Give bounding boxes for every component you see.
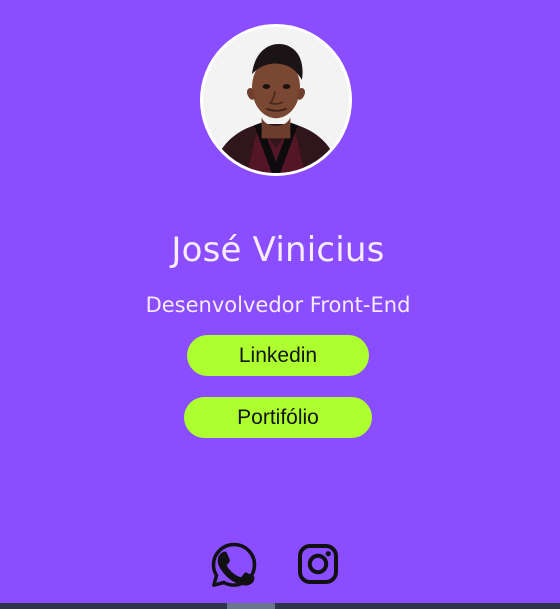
linkedin-button[interactable]: Linkedin	[187, 335, 369, 376]
instagram-icon[interactable]	[296, 542, 340, 586]
scrollbar-thumb[interactable]	[227, 603, 275, 609]
avatar	[200, 24, 352, 176]
horizontal-scrollbar[interactable]	[0, 603, 560, 609]
profile-role: Desenvolvedor Front-End	[145, 293, 411, 318]
profile-name: José Vinicius	[171, 229, 385, 270]
whatsapp-icon[interactable]	[209, 540, 259, 590]
social-links	[0, 538, 560, 592]
portfolio-button[interactable]: Portifólio	[184, 397, 372, 438]
profile-card: José Vinicius Desenvolvedor Front-End Li…	[0, 0, 560, 609]
